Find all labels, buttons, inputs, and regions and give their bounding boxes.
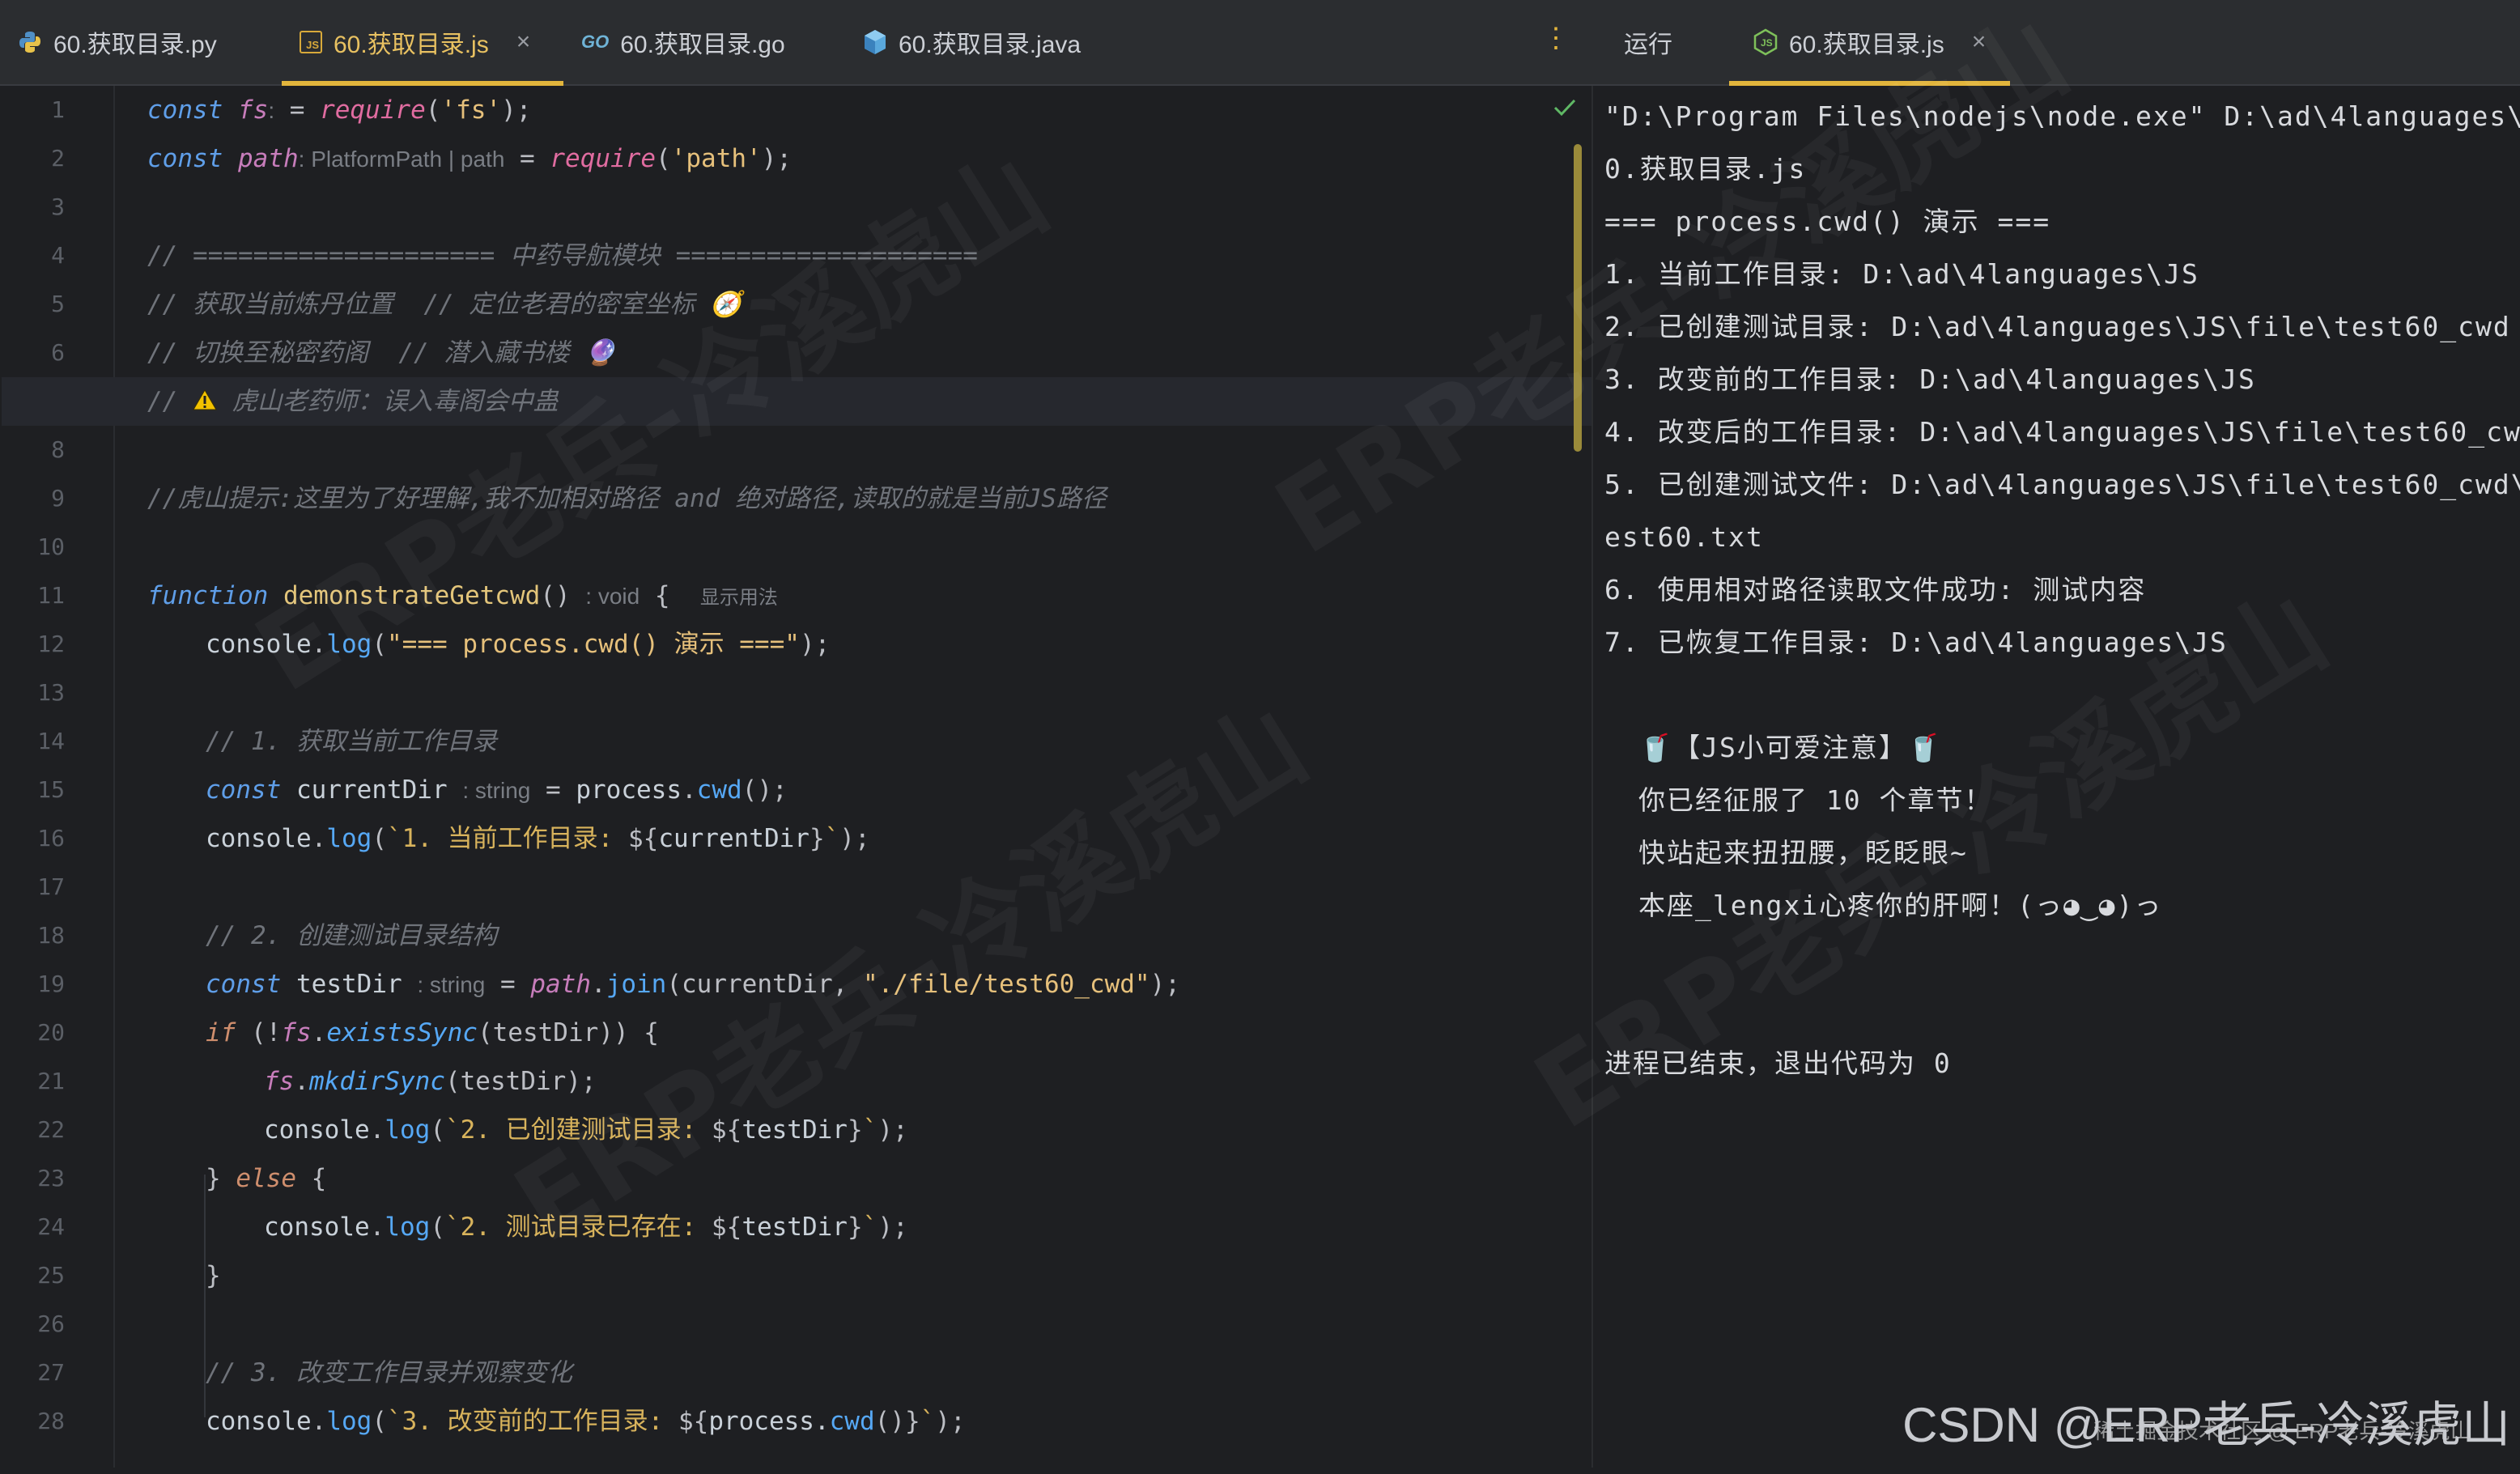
nodejs-icon: JS — [1753, 28, 1778, 56]
code-line-7: // 虎山老药师：误入毒阁会中蛊 — [147, 377, 559, 426]
output-line: 3. 改变前的工作目录: D:\ad\4languages\JS — [1604, 363, 2256, 395]
csdn-watermark: CSDN @ERP老兵-冷溪虎山 — [1902, 1398, 2510, 1452]
tab-label: 60.获取目录.py — [53, 32, 217, 58]
line-number: 20 — [37, 1019, 65, 1046]
run-output-panel[interactable]: "D:\Program Files\nodejs\node.exe" D:\ad… — [1553, 86, 2520, 1468]
code-line-20: if (!fs.existsSync(testDir)) { — [206, 1018, 659, 1047]
output-line: 7. 已恢复工作目录: D:\ad\4languages\JS — [1604, 627, 2228, 658]
code-line-28: console.log(`3. 改变前的工作目录: ${process.cwd(… — [206, 1407, 966, 1436]
line-number: 16 — [37, 825, 65, 852]
code-line-1: const fs: = require('fs'); — [147, 96, 532, 125]
code-line-24: console.log(`2. 测试目录已存在: ${testDir}`); — [264, 1213, 908, 1242]
code-line-21: fs.mkdirSync(testDir); — [264, 1067, 597, 1096]
line-number: 3 — [51, 193, 65, 220]
editor-tab-bar: 60.获取目录.py JS 60.获取目录.js × GO 60.获取目录.go… — [0, 0, 1591, 86]
line-number: 24 — [37, 1213, 65, 1240]
line-number: 25 — [37, 1262, 65, 1289]
line-number: 27 — [37, 1359, 65, 1386]
output-line: 🥤【JS小可爱注意】🥤 — [1638, 732, 1942, 763]
code-line-12: console.log("=== process.cwd() 演示 ==="); — [206, 630, 831, 659]
code-line-5: // 获取当前炼丹位置 // 定位老君的密室坐标 🧭 — [147, 290, 742, 319]
tab-label: 60.获取目录.js — [1789, 32, 1944, 58]
code-line-15: const currentDir : string = process.cwd(… — [206, 775, 788, 805]
line-number: 15 — [37, 776, 65, 803]
close-icon[interactable]: × — [1972, 28, 1987, 56]
warning-icon — [193, 379, 217, 427]
code-line-18: // 2. 创建测试目录结构 — [206, 921, 497, 950]
tab-label: 60.获取目录.java — [899, 32, 1082, 58]
exit-status-line: 进程已结束，退出代码为 0 — [1604, 1047, 1952, 1079]
code-line-6: // 切换至秘密药阁 // 潜入藏书楼 🔮 — [147, 338, 616, 367]
line-number-gutter: 1234567891011121314151617181920212223242… — [0, 86, 113, 1468]
line-number: 22 — [37, 1116, 65, 1143]
line-number: 12 — [37, 631, 65, 657]
output-line: "D:\Program Files\nodejs\node.exe" D:\ad… — [1604, 100, 2520, 132]
tab-label: 60.获取目录.go — [620, 32, 785, 58]
run-tab-bar: 运行 JS 60.获取目录.js × — [1591, 0, 2520, 86]
line-number: 11 — [37, 582, 65, 609]
output-line: === process.cwd() 演示 === — [1604, 206, 2051, 237]
tab-java-file[interactable]: 60.获取目录.java — [845, 0, 1125, 84]
line-number: 23 — [37, 1165, 65, 1192]
code-line-23: } else { — [206, 1164, 327, 1193]
run-panel-title: 运行 — [1624, 32, 1672, 58]
code-line-2: const path: PlatformPath | path = requir… — [147, 144, 793, 173]
line-number: 26 — [37, 1310, 65, 1337]
code-line-25: } — [206, 1261, 221, 1290]
code-line-19: const testDir : string = path.join(curre… — [206, 970, 1180, 999]
line-number: 2 — [51, 145, 65, 172]
output-line: 本座_lengxi心疼你的肝啊！(っ◕‿◕)っ — [1638, 890, 2163, 921]
output-line: 4. 改变后的工作目录: D:\ad\4languages\JS\file\te… — [1604, 416, 2520, 448]
line-number: 21 — [37, 1068, 65, 1094]
line-number: 13 — [37, 679, 65, 706]
code-line-16: console.log(`1. 当前工作目录: ${currentDir}`); — [206, 824, 870, 853]
tab-python-file[interactable]: 60.获取目录.py — [0, 0, 282, 84]
close-icon[interactable]: × — [516, 28, 531, 56]
code-line-11: function demonstrateGetcwd() : void { 显示… — [147, 581, 778, 610]
go-icon: GO — [581, 32, 610, 52]
output-line: 6. 使用相对路径读取文件成功: 测试内容 — [1604, 574, 2147, 605]
line-number: 1 — [51, 96, 65, 123]
line-number: 19 — [37, 971, 65, 997]
tab-js-file[interactable]: JS 60.获取目录.js × — [282, 0, 563, 86]
output-line: 5. 已创建测试文件: D:\ad\4languages\JS\file\tes… — [1604, 469, 2520, 500]
code-line-9: //虎山提示:这里为了好理解,我不加相对路径 and 绝对路径,读取的就是当前J… — [147, 484, 1107, 513]
line-number: 8 — [51, 436, 65, 463]
output-line: 0.获取目录.js — [1604, 153, 1807, 185]
java-icon — [863, 29, 887, 55]
line-number: 17 — [37, 873, 65, 900]
svg-text:JS: JS — [1761, 37, 1773, 49]
output-line: 2. 已创建测试目录: D:\ad\4languages\JS\file\tes… — [1604, 311, 2511, 342]
python-icon — [18, 30, 42, 54]
code-line-22: console.log(`2. 已创建测试目录: ${testDir}`); — [264, 1115, 908, 1145]
line-number: 14 — [37, 728, 65, 754]
tab-go-file[interactable]: GO 60.获取目录.go — [563, 0, 845, 84]
scrollbar[interactable] — [1574, 144, 1582, 452]
code-line-27: // 3. 改变工作目录并观察变化 — [206, 1358, 572, 1387]
line-number: 6 — [51, 339, 65, 366]
tab-label: 60.获取目录.js — [334, 32, 489, 58]
check-icon — [1553, 97, 1577, 121]
more-menu-icon[interactable]: ⋮ — [1542, 24, 1570, 52]
line-number: 4 — [51, 242, 65, 269]
output-line: 你已经征服了 10 个章节！ — [1638, 784, 1993, 816]
line-number: 10 — [37, 533, 65, 560]
line-number: 5 — [51, 291, 65, 317]
code-editor[interactable]: const fs: = require('fs'); const path: P… — [2, 86, 1593, 1468]
code-line-4: // ==================== 中药导航模块 =========… — [147, 241, 978, 270]
line-number: 28 — [37, 1408, 65, 1434]
tab-run-config[interactable]: JS 60.获取目录.js × — [1729, 0, 2011, 86]
line-number: 9 — [51, 485, 65, 512]
code-line-14: // 1. 获取当前工作目录 — [206, 727, 497, 756]
js-icon: JS — [300, 31, 322, 53]
line-number: 18 — [37, 922, 65, 949]
output-line: 1. 当前工作目录: D:\ad\4languages\JS — [1604, 258, 2199, 290]
output-line: 快站起来扭扭腰，眨眨眼~ — [1638, 837, 1968, 869]
output-line: est60.txt — [1604, 521, 1764, 553]
